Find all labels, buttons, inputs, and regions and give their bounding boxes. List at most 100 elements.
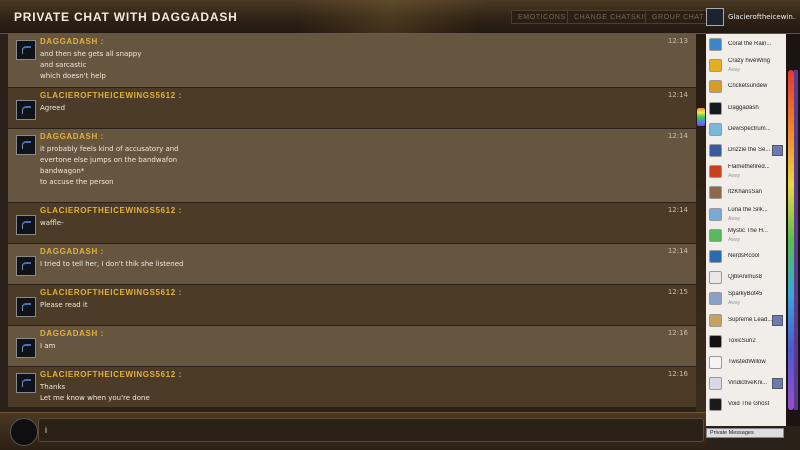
chat-message: DAGGADASH : 12:13 and then she gets all sn… [8,34,696,88]
user-list-item[interactable]: Luna the Silk... Away [706,206,786,227]
page-title: PRIVATE CHAT WITH DAGGADASH [14,10,238,24]
user-list-item[interactable]: ToxicSun2 [706,333,786,354]
private-messages-button[interactable]: Private Messages [706,428,784,438]
user-name: TwistedWillow [728,359,766,365]
group-chat-button[interactable]: GROUP CHAT [645,10,712,24]
user-name: Daggadash [728,104,759,111]
message-username[interactable]: GLACIEROFTHEICEWINGS5612 : [40,288,182,297]
message-text: waffle- [40,219,64,227]
user-avatar [709,356,722,369]
chat-message: GLACIEROFTHEICEWINGS5612 : 12:15 Please re… [8,285,696,326]
message-text: I am [40,342,56,350]
user-list-item[interactable]: QjblAnimus8 [706,269,786,290]
message-username[interactable]: DAGGADASH : [40,329,104,338]
message-timestamp: 12:13 [667,37,688,45]
user-name: ItzKharisSan [728,189,763,196]
message-text: and then she gets all snappy [40,50,142,58]
message-text: I tried to tell her, I don't thik she li… [40,260,184,268]
user-avatar [709,207,722,221]
user-badge-icon [772,378,783,390]
user-avatar [709,80,722,94]
message-username[interactable]: DAGGADASH : [40,37,104,46]
user-avatar [709,38,722,51]
sidebar-divider [696,34,706,412]
user-avatar[interactable] [16,40,36,60]
user-avatar [709,271,722,285]
message-username[interactable]: DAGGADASH : [40,247,104,256]
user-avatar [709,59,722,73]
user-avatar [709,144,722,157]
user-name: SparkyBot45 [728,291,763,298]
user-avatar[interactable] [16,338,36,358]
message-timestamp: 12:14 [667,91,688,99]
user-list-item[interactable]: TwistedWillow [706,354,786,375]
user-list-item[interactable]: VindictiveKni... [706,375,786,396]
message-text: bandwagon* [40,167,85,175]
message-text: it probably feels kind of accusatory and [40,145,179,153]
message-text: and sarcastic [40,61,87,69]
chat-message: DAGGADASH : 12:14 it probably feels kind o… [8,129,696,203]
color-tab-icon[interactable] [697,108,705,126]
user-avatar [709,101,722,115]
user-avatar[interactable] [16,100,36,120]
message-username[interactable]: GLACIEROFTHEICEWINGS5612 : [40,370,182,379]
message-timestamp: 12:14 [667,132,688,140]
user-list-item[interactable]: Void The Ghost [706,396,786,417]
user-name: Mystic The H... [728,227,768,234]
user-list-item[interactable]: Daggadash [706,100,786,121]
message-list[interactable]: DAGGADASH : 12:13 and then she gets all sn… [8,34,696,412]
user-list-item[interactable]: Mystic The H... Away [706,227,786,248]
message-timestamp: 12:16 [667,329,688,337]
user-list-item[interactable]: NerdsRcool [706,248,786,269]
user-avatar[interactable] [16,215,36,235]
user-status: Away [728,236,741,243]
emoticons-button[interactable]: EMOTICONS [511,10,573,24]
message-text: Agreed [40,104,66,112]
user-list-item[interactable]: ItzKharisSan [706,184,786,205]
message-timestamp: 12:14 [667,206,688,214]
user-list-item[interactable]: Cricketsundew [706,78,786,99]
user-status: Away [728,173,741,180]
current-user[interactable]: Glacieroftheicewin... [706,8,796,26]
chat-message: GLACIEROFTHEICEWINGS5612 : 12:14 waffle- [8,203,696,244]
user-list-item[interactable]: DewSpectrum... [706,121,786,142]
user-list-item[interactable]: Flamethefired... Away [706,163,786,184]
user-avatar [709,334,722,348]
scrollbar-thumb[interactable] [794,70,798,410]
message-text: which doesn't help [40,72,106,80]
user-name: Coral the Rain... [728,41,772,47]
user-avatar [709,228,722,242]
user-avatar[interactable] [16,256,36,276]
message-username[interactable]: DAGGADASH : [40,132,104,141]
current-user-name: Glacieroftheicewin... [728,13,796,21]
message-username[interactable]: GLACIEROFTHEICEWINGS5612 : [40,206,182,215]
header-decoration [300,0,500,34]
user-list[interactable]: Coral the Rain... Crazy hiveWing Away Crick… [706,34,786,426]
user-status: Away [728,215,741,222]
user-list-item[interactable]: Coral the Rain... [706,36,786,57]
user-avatar [709,122,722,136]
user-list-item[interactable]: Crazy hiveWing Away [706,57,786,78]
user-list-item[interactable]: Drizzle the Se... [706,142,786,163]
message-input-bar [0,412,706,450]
user-avatar[interactable] [16,297,36,317]
chat-header: PRIVATE CHAT WITH DAGGADASH EMOTICONS CH… [0,0,800,34]
user-avatar [709,250,722,263]
user-avatar[interactable] [16,373,36,393]
user-name: DewSpectrum... [728,125,771,132]
user-list-item[interactable]: Supreme Lead... [706,312,786,333]
message-text: Thanks [40,383,66,391]
user-list-item[interactable]: SparkyBot45 Away [706,290,786,311]
user-name: Luna the Silk... [728,206,768,213]
change-chatskin-button[interactable]: CHANGE CHATSKIN [567,10,657,24]
message-text: evertone else jumps on the bandwafon [40,156,178,164]
message-timestamp: 12:16 [667,370,688,378]
current-user-avatar [706,8,724,26]
message-input[interactable] [38,418,704,442]
message-username[interactable]: GLACIEROFTHEICEWINGS5612 : [40,91,182,100]
user-avatar [709,398,722,412]
user-avatar [709,377,722,391]
user-avatar [709,292,722,306]
user-avatar[interactable] [16,135,36,155]
message-text: Please read it [40,301,88,309]
